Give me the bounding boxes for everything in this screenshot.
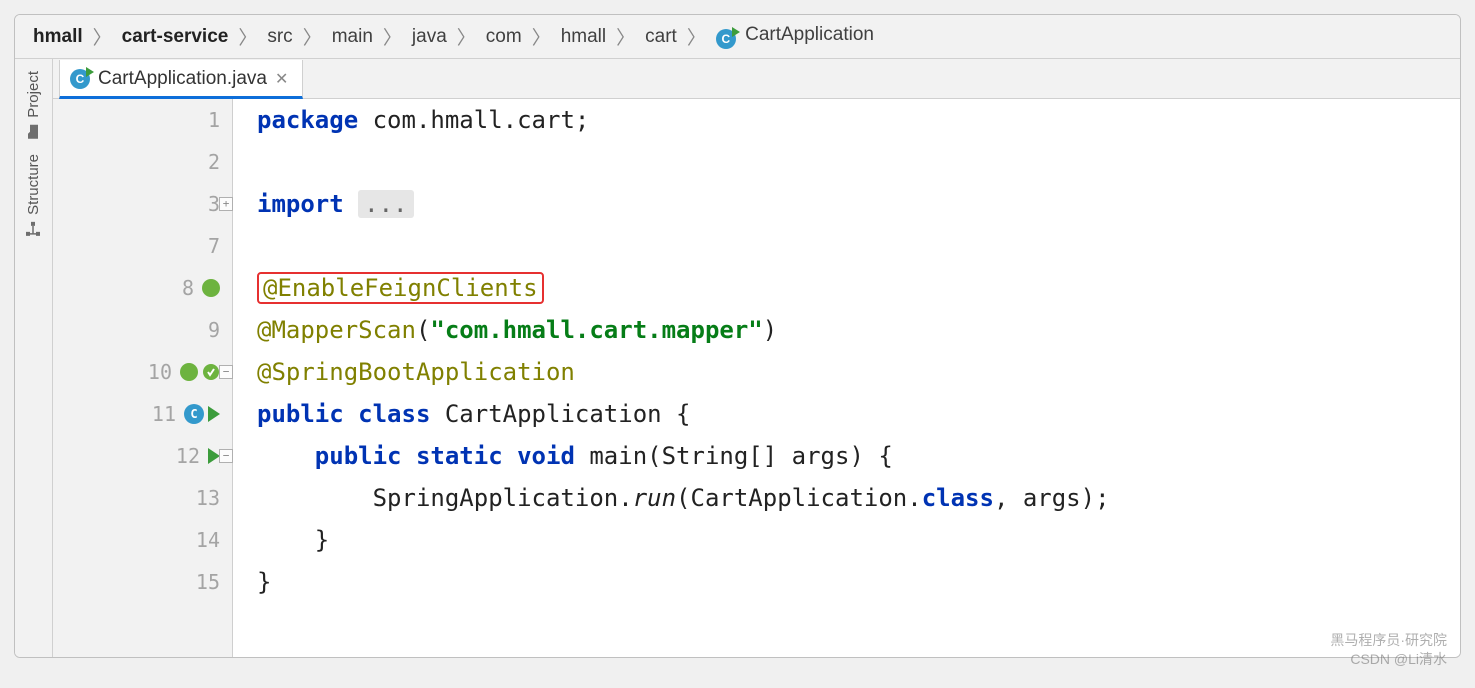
chevron-right-icon: 〉 — [455, 23, 478, 50]
class-run-icon — [70, 69, 90, 89]
run-icon[interactable] — [208, 406, 220, 422]
folder-icon — [26, 124, 42, 140]
code-line: public class CartApplication { — [233, 393, 1460, 435]
line-number: 1 — [190, 108, 220, 132]
code-line — [233, 225, 1460, 267]
code-line: −@SpringBootApplication — [233, 351, 1460, 393]
code-line: +import ... — [233, 183, 1460, 225]
breadcrumb-item[interactable]: src — [263, 26, 296, 48]
tab-label: CartApplication.java — [98, 68, 267, 90]
folded-imports[interactable]: ... — [358, 190, 413, 218]
line-number: 13 — [190, 486, 220, 510]
highlight-box: @EnableFeignClients — [257, 272, 544, 304]
code-editor[interactable]: 1 2 3 7 8 9 10 — [53, 99, 1460, 657]
spring-config-icon[interactable] — [202, 363, 220, 381]
tool-label: Project — [25, 71, 42, 118]
breadcrumb-item[interactable]: cart-service — [118, 26, 233, 48]
fold-expand-icon[interactable]: + — [219, 197, 233, 211]
code-line: @MapperScan("com.hmall.cart.mapper") — [233, 309, 1460, 351]
watermark-line: CSDN @Li清水 — [1330, 650, 1447, 670]
breadcrumb-item[interactable]: java — [408, 26, 451, 48]
file-tab[interactable]: CartApplication.java ✕ — [59, 60, 303, 99]
main-editor-area: CartApplication.java ✕ 1 2 3 7 8 9 — [53, 59, 1460, 657]
fold-collapse-icon[interactable]: − — [219, 365, 233, 379]
tool-rail: Project Structure — [15, 59, 53, 657]
code-line: package com.hmall.cart; — [233, 99, 1460, 141]
code-content[interactable]: package com.hmall.cart; +import ... @Ena… — [233, 99, 1460, 657]
breadcrumb-item[interactable]: CartApplication — [712, 24, 878, 49]
editor-body: Project Structure CartApplication.java ✕… — [15, 59, 1460, 657]
line-number: 15 — [190, 570, 220, 594]
spring-bean-icon[interactable] — [202, 279, 220, 297]
fold-collapse-icon[interactable]: − — [219, 449, 233, 463]
code-line — [233, 141, 1460, 183]
gutter: 1 2 3 7 8 9 10 — [53, 99, 233, 657]
code-line: − public static void main(String[] args)… — [233, 435, 1460, 477]
chevron-right-icon: 〉 — [91, 23, 114, 50]
class-icon[interactable] — [184, 404, 204, 424]
structure-icon — [26, 221, 42, 237]
code-line: @EnableFeignClients — [233, 267, 1460, 309]
ide-window: hmall 〉 cart-service 〉 src 〉 main 〉 java… — [14, 14, 1461, 658]
tab-bar: CartApplication.java ✕ — [53, 59, 1460, 99]
chevron-right-icon: 〉 — [614, 23, 637, 50]
code-line: } — [233, 519, 1460, 561]
line-number: 12 — [170, 444, 200, 468]
chevron-right-icon: 〉 — [381, 23, 404, 50]
chevron-right-icon: 〉 — [685, 23, 708, 50]
line-number: 3 — [190, 192, 220, 216]
code-line: } — [233, 561, 1460, 603]
chevron-right-icon: 〉 — [530, 23, 553, 50]
code-line: SpringApplication.run(CartApplication.cl… — [233, 477, 1460, 519]
breadcrumb-item[interactable]: main — [328, 26, 377, 48]
tool-project[interactable]: Project — [25, 71, 42, 140]
breadcrumb: hmall 〉 cart-service 〉 src 〉 main 〉 java… — [15, 15, 1460, 59]
tool-structure[interactable]: Structure — [25, 154, 42, 237]
breadcrumb-item[interactable]: hmall — [557, 26, 610, 48]
line-number: 11 — [146, 402, 176, 426]
line-number: 14 — [190, 528, 220, 552]
class-run-icon — [716, 29, 736, 49]
line-number: 9 — [190, 318, 220, 342]
watermark: 黑马程序员·研究院 CSDN @Li清水 — [1330, 631, 1447, 670]
chevron-right-icon: 〉 — [236, 23, 259, 50]
tool-label: Structure — [25, 154, 42, 215]
breadcrumb-item-label: CartApplication — [745, 24, 874, 45]
line-number: 7 — [190, 234, 220, 258]
line-number: 2 — [190, 150, 220, 174]
breadcrumb-item[interactable]: hmall — [29, 26, 87, 48]
chevron-right-icon: 〉 — [301, 23, 324, 50]
breadcrumb-item[interactable]: com — [482, 26, 526, 48]
breadcrumb-item[interactable]: cart — [641, 26, 681, 48]
line-number: 10 — [142, 360, 172, 384]
line-number: 8 — [164, 276, 194, 300]
spring-bean-icon[interactable] — [180, 363, 198, 381]
watermark-line: 黑马程序员·研究院 — [1330, 631, 1447, 651]
close-icon[interactable]: ✕ — [275, 69, 288, 89]
